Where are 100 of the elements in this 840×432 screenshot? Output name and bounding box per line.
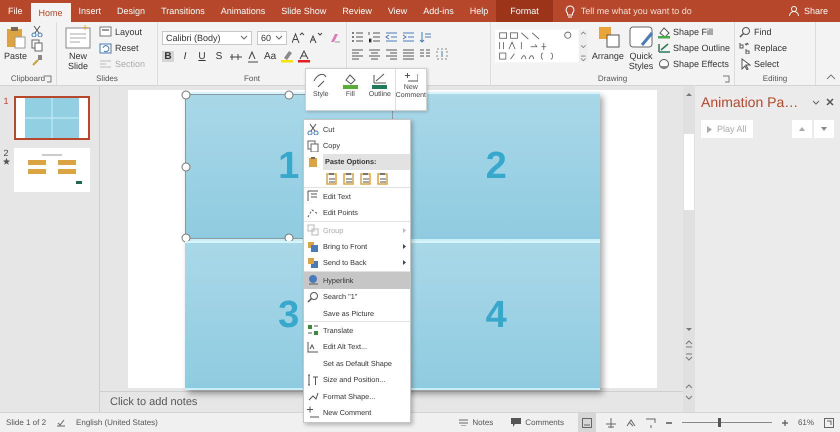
move-down-button[interactable] — [814, 120, 834, 138]
shadow-button[interactable]: S — [213, 51, 225, 62]
vertical-scrollbar[interactable] — [683, 86, 695, 412]
pen-icon — [658, 42, 670, 54]
ribbon-tab[interactable]: Animations — [212, 0, 274, 22]
underline-button[interactable]: U — [196, 51, 208, 62]
paste-button[interactable]: Paste — [4, 25, 28, 73]
ribbon-tab[interactable]: Help — [462, 0, 496, 22]
clear-formatting-icon[interactable] — [328, 32, 340, 44]
ribbon-tab[interactable]: Slide Show — [273, 0, 334, 22]
slide-thumbnail[interactable] — [14, 96, 90, 140]
language-label[interactable]: English (United States) — [76, 418, 158, 427]
shape-number: 1 — [278, 145, 300, 188]
reset-button[interactable]: Reset — [99, 41, 146, 55]
italic-button[interactable]: I — [179, 51, 191, 62]
shape-effects-button[interactable]: Shape Effects — [658, 57, 730, 71]
group-label: Editing — [762, 74, 788, 83]
share-button[interactable]: Share — [776, 0, 840, 22]
zoom-in-icon[interactable] — [782, 420, 788, 426]
tell-me-field[interactable]: Tell me what you want to do — [580, 6, 776, 16]
paint-bucket-icon — [658, 26, 670, 38]
zoom-percentage[interactable]: 61% — [798, 418, 814, 427]
resize-handle[interactable] — [182, 234, 190, 242]
pen-icon — [372, 73, 388, 89]
ribbon-tab[interactable]: Transitions — [153, 0, 213, 22]
lightbulb-icon — [564, 4, 575, 18]
paste-merge-icon[interactable] — [360, 172, 372, 186]
ribbon-tab[interactable]: Add-ins — [415, 0, 462, 22]
search-icon — [739, 26, 751, 38]
find-button[interactable]: Find — [739, 25, 788, 39]
search-icon — [306, 290, 318, 303]
copy-icon[interactable] — [31, 39, 44, 52]
caret-icon[interactable] — [812, 98, 820, 106]
character-spacing-icon[interactable] — [247, 50, 259, 62]
decrease-indent-icon[interactable] — [385, 30, 397, 42]
bullets-icon[interactable] — [351, 30, 363, 42]
play-icon — [707, 126, 712, 132]
slide-number: 2 — [3, 148, 8, 158]
justify-icon[interactable] — [402, 48, 414, 60]
layout-button[interactable]: Layout — [99, 25, 146, 39]
text-direction-icon[interactable] — [419, 30, 431, 42]
paintbrush-icon[interactable] — [31, 54, 44, 66]
style-icon — [313, 73, 328, 89]
columns-icon[interactable] — [419, 48, 431, 60]
dialog-launcher-icon[interactable] — [44, 75, 52, 83]
dialog-launcher-icon[interactable] — [722, 75, 730, 83]
zoom-slider-thumb[interactable] — [718, 418, 721, 427]
paste-picture-icon[interactable] — [343, 172, 355, 186]
comments-button[interactable]: Comments — [507, 412, 568, 432]
quick-styles-button[interactable]: Quick Styles — [628, 25, 654, 73]
align-right-icon[interactable] — [385, 48, 397, 60]
resize-handle[interactable] — [182, 162, 190, 171]
copy-icon — [306, 140, 318, 152]
ribbon-tab[interactable]: File — [0, 0, 31, 22]
collapse-ribbon-icon[interactable] — [826, 73, 836, 81]
resize-handle[interactable] — [284, 90, 294, 100]
layout-icon — [99, 26, 112, 38]
close-icon[interactable] — [826, 98, 834, 106]
paste-text-only-icon[interactable] — [377, 172, 389, 186]
normal-view-button[interactable] — [578, 412, 596, 432]
slideshow-icon[interactable] — [646, 418, 656, 428]
change-case-button[interactable]: Aa — [264, 51, 276, 62]
spell-check-icon[interactable] — [56, 418, 66, 428]
decrease-font-icon[interactable] — [310, 32, 323, 44]
ribbon-tab[interactable]: Format — [496, 0, 553, 22]
shape-outline-button[interactable]: Shape Outline — [658, 41, 730, 55]
ribbon-tab[interactable]: Home — [30, 3, 71, 22]
align-text-icon[interactable] — [436, 48, 448, 60]
slide-counter: Slide 1 of 2 — [6, 418, 46, 427]
numbering-icon[interactable] — [368, 30, 380, 42]
ribbon-tab[interactable]: View — [380, 0, 416, 22]
notes-button[interactable]: Notes — [455, 412, 498, 432]
shape-fill-button[interactable]: Shape Fill — [658, 25, 730, 39]
replace-button[interactable]: Replace — [739, 41, 788, 55]
reading-view-icon[interactable] — [626, 418, 636, 428]
paste-keep-formatting-icon[interactable] — [326, 172, 338, 186]
ribbon-tab[interactable]: Insert — [70, 0, 110, 22]
font-name-field[interactable]: Calibri (Body) — [162, 30, 252, 44]
font-color-icon[interactable] — [298, 50, 310, 63]
shape-number: 4 — [486, 294, 507, 337]
center-icon[interactable] — [368, 48, 380, 60]
shape-number: 3 — [278, 294, 300, 337]
bold-button[interactable]: B — [162, 51, 174, 62]
increase-indent-icon[interactable] — [402, 30, 414, 42]
font-size-field[interactable]: 60 — [257, 30, 287, 44]
slide-sorter-icon[interactable] — [606, 418, 616, 428]
fit-to-window-icon[interactable] — [824, 418, 834, 428]
ribbon-tab[interactable]: Review — [334, 0, 380, 22]
highlighter-icon[interactable] — [281, 50, 294, 63]
align-left-icon[interactable] — [351, 48, 363, 60]
new-slide-button[interactable]: New Slide — [61, 25, 95, 73]
slide-thumbnail[interactable] — [14, 148, 90, 192]
select-button[interactable]: Select — [739, 57, 788, 71]
ribbon-tab[interactable]: Design — [109, 0, 154, 22]
translate-icon — [306, 324, 318, 336]
increase-font-icon[interactable] — [292, 32, 305, 44]
resize-handle[interactable] — [182, 90, 190, 100]
scissors-icon[interactable] — [31, 25, 44, 37]
normal-view-icon — [582, 418, 592, 428]
arrange-button[interactable]: Arrange — [592, 25, 624, 73]
